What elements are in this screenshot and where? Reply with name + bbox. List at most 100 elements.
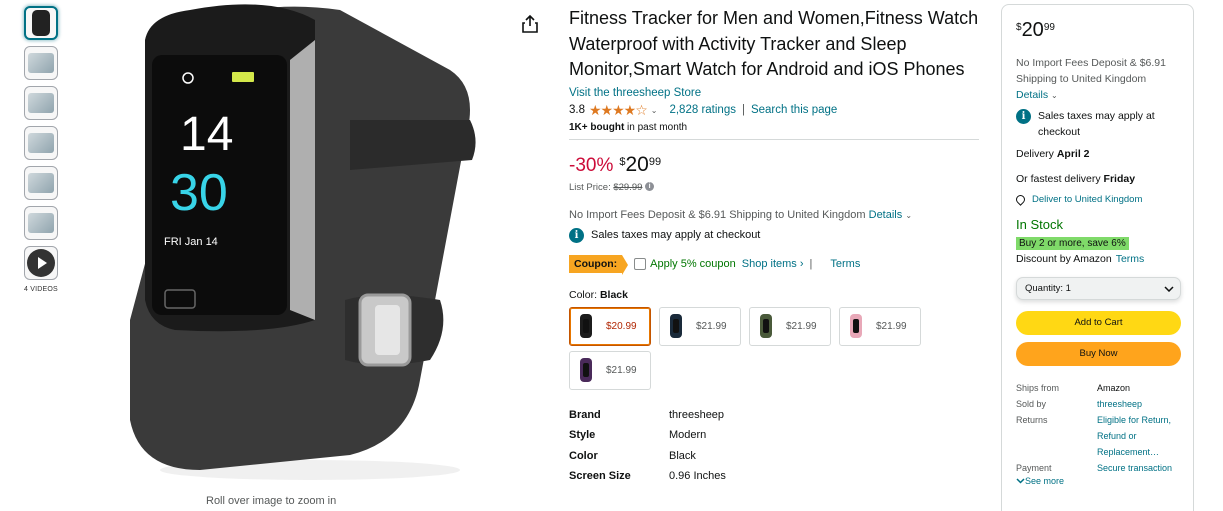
- spec-key: Style: [569, 429, 596, 442]
- info-icon[interactable]: i: [645, 182, 655, 192]
- color-swatches: $20.99 $21.99 $21.99 $21.99 $21.99: [569, 306, 969, 395]
- rating-row: 3.8 ★★★★☆ ⌄ 2,828 ratings | Search this …: [569, 102, 981, 119]
- chevron-down-icon[interactable]: ⌄: [1051, 91, 1058, 100]
- list-price: List Price: $29.99 i: [569, 182, 981, 193]
- share-icon[interactable]: [521, 14, 539, 34]
- coupon-badge: Coupon:: [569, 254, 629, 275]
- search-page-link[interactable]: Search this page: [751, 104, 837, 116]
- image-thumb-icon: [28, 213, 54, 233]
- buybox-details-link[interactable]: Details: [1016, 89, 1048, 101]
- image-thumb-icon: [28, 133, 54, 153]
- discount-percent: -30%: [569, 154, 614, 176]
- watch-minute: 30: [170, 164, 228, 222]
- thumbnail-6[interactable]: [24, 206, 58, 240]
- add-to-cart-button[interactable]: Add to Cart: [1016, 311, 1181, 335]
- ratings-count-link[interactable]: 2,828 ratings: [669, 104, 736, 116]
- quantity-select[interactable]: Quantity: 1: [1016, 277, 1181, 300]
- color-swatch[interactable]: $21.99: [749, 306, 831, 346]
- buybox-shipping-text: No Import Fees Deposit & $6.91 Shipping …: [1016, 57, 1166, 85]
- buybox-tax-text: Sales taxes may apply at checkout: [1038, 110, 1155, 138]
- spec-key: Color: [569, 449, 598, 462]
- delivery-date: Delivery April 2: [1016, 148, 1179, 160]
- watch-hour: 14: [180, 108, 233, 161]
- see-more-text: See more: [1025, 476, 1065, 486]
- watch-date: FRI Jan 14: [164, 236, 218, 248]
- color-swatch[interactable]: $21.99: [659, 306, 741, 346]
- list-price-value: $29.99: [613, 181, 643, 193]
- color-swatch[interactable]: $21.99: [569, 350, 651, 390]
- thumbnail-3[interactable]: [24, 86, 58, 120]
- seller-info-row: Payment Secure transaction: [1016, 460, 1179, 476]
- color-label-text: Color:: [569, 288, 600, 301]
- swatch-price: $21.99: [786, 320, 817, 332]
- list-price-label: List Price:: [569, 181, 614, 193]
- quantity-value: Quantity: 1: [1025, 283, 1071, 294]
- chevron-down-icon: [1016, 478, 1025, 484]
- bought-count: 1K+ bought in past month: [569, 122, 981, 133]
- seller-info-row: Ships from Amazon: [1016, 380, 1179, 396]
- coupon-apply-text[interactable]: Apply 5% coupon: [650, 258, 736, 270]
- main-product-image[interactable]: 14 30 FRI Jan 14: [120, 0, 500, 490]
- color-label: Color: Black: [569, 289, 981, 301]
- product-details: Fitness Tracker for Men and Women,Fitnes…: [569, 6, 981, 487]
- buybox-price: $ 20 99: [1016, 19, 1179, 41]
- buy-box: $ 20 99 No Import Fees Deposit & $6.91 S…: [1001, 4, 1194, 511]
- thumbnail-2[interactable]: [24, 46, 58, 80]
- price-row: -30% $ 20 99: [569, 153, 981, 178]
- fastest-delivery: Or fastest delivery Friday: [1016, 173, 1179, 185]
- spec-key: Screen Size: [569, 470, 631, 483]
- store-link[interactable]: Visit the threesheep Store: [569, 87, 981, 99]
- buybox-tax-note: i Sales taxes may apply at checkout: [1016, 108, 1179, 140]
- thumbnail-4[interactable]: [24, 126, 58, 160]
- thumbnail-video[interactable]: [24, 246, 58, 280]
- shipping-info: No Import Fees Deposit & $6.91 Shipping …: [569, 209, 981, 221]
- location-pin-icon: [1014, 193, 1027, 206]
- swatch-price: $21.99: [876, 320, 907, 332]
- shipping-details-link[interactable]: Details: [869, 209, 903, 221]
- zoom-hint: Roll over image to zoom in: [206, 495, 337, 507]
- shop-items-link[interactable]: Shop items ›: [742, 258, 804, 270]
- star-rating-icon[interactable]: ★★★★☆: [589, 102, 648, 119]
- seller-info-key: Ships from: [1016, 383, 1060, 393]
- seller-info-table: Ships from Amazon Sold by threesheep Returns…: [1016, 380, 1179, 476]
- seller-info-value[interactable]: Secure transaction: [1097, 460, 1179, 476]
- seller-info-key: Sold by: [1016, 399, 1047, 409]
- spec-value: 0.96 Inches: [669, 470, 726, 483]
- deliver-to-link[interactable]: Deliver to United Kingdom: [1014, 193, 1179, 206]
- see-more-link[interactable]: See more: [1016, 476, 1179, 486]
- discount-by-text: Discount by Amazon: [1016, 253, 1112, 265]
- coupon-row: Coupon: Apply 5% coupon Shop items › | T…: [569, 254, 981, 275]
- info-icon: i: [569, 227, 584, 243]
- coupon-terms-link[interactable]: Terms: [830, 258, 860, 270]
- spec-row: Screen Size 0.96 Inches: [569, 466, 981, 487]
- buybox-shipping: No Import Fees Deposit & $6.91 Shipping …: [1016, 55, 1179, 104]
- chevron-down-icon[interactable]: ⌄: [651, 106, 658, 115]
- delivery-date-value: April 2: [1056, 148, 1090, 160]
- spec-row: Color Black: [569, 446, 981, 467]
- image-thumb-icon: [28, 93, 54, 113]
- band-swatch-icon: [760, 314, 772, 338]
- swatch-price: $21.99: [606, 364, 637, 376]
- spec-key: Brand: [569, 408, 601, 421]
- buy-now-button[interactable]: Buy Now: [1016, 342, 1181, 366]
- thumbnail-strip: 4 VIDEOS: [22, 6, 62, 293]
- videos-count-label: 4 VIDEOS: [24, 286, 58, 293]
- tax-note: i Sales taxes may apply at checkout: [569, 227, 981, 243]
- deliver-to-text: Deliver to United Kingdom: [1032, 194, 1143, 205]
- coupon-checkbox[interactable]: [634, 257, 647, 270]
- promo-terms-link[interactable]: Terms: [1116, 253, 1145, 265]
- price-fraction: 99: [1043, 22, 1055, 33]
- tax-note-text: Sales taxes may apply at checkout: [591, 229, 761, 241]
- seller-info-value[interactable]: Eligible for Return, Refund or Replaceme…: [1097, 412, 1179, 460]
- chevron-down-icon[interactable]: ⌄: [905, 211, 912, 220]
- seller-info-value[interactable]: threesheep: [1097, 396, 1179, 412]
- spec-row: Style Modern: [569, 425, 981, 446]
- image-thumb-icon: [28, 173, 54, 193]
- seller-info-key: Returns: [1016, 415, 1048, 425]
- thumbnail-5[interactable]: [24, 166, 58, 200]
- band-swatch-icon: [580, 358, 592, 382]
- thumbnail-1[interactable]: [24, 6, 58, 40]
- fastest-date-value: Friday: [1103, 173, 1136, 185]
- color-swatch[interactable]: $20.99: [569, 306, 651, 346]
- color-swatch[interactable]: $21.99: [839, 306, 921, 346]
